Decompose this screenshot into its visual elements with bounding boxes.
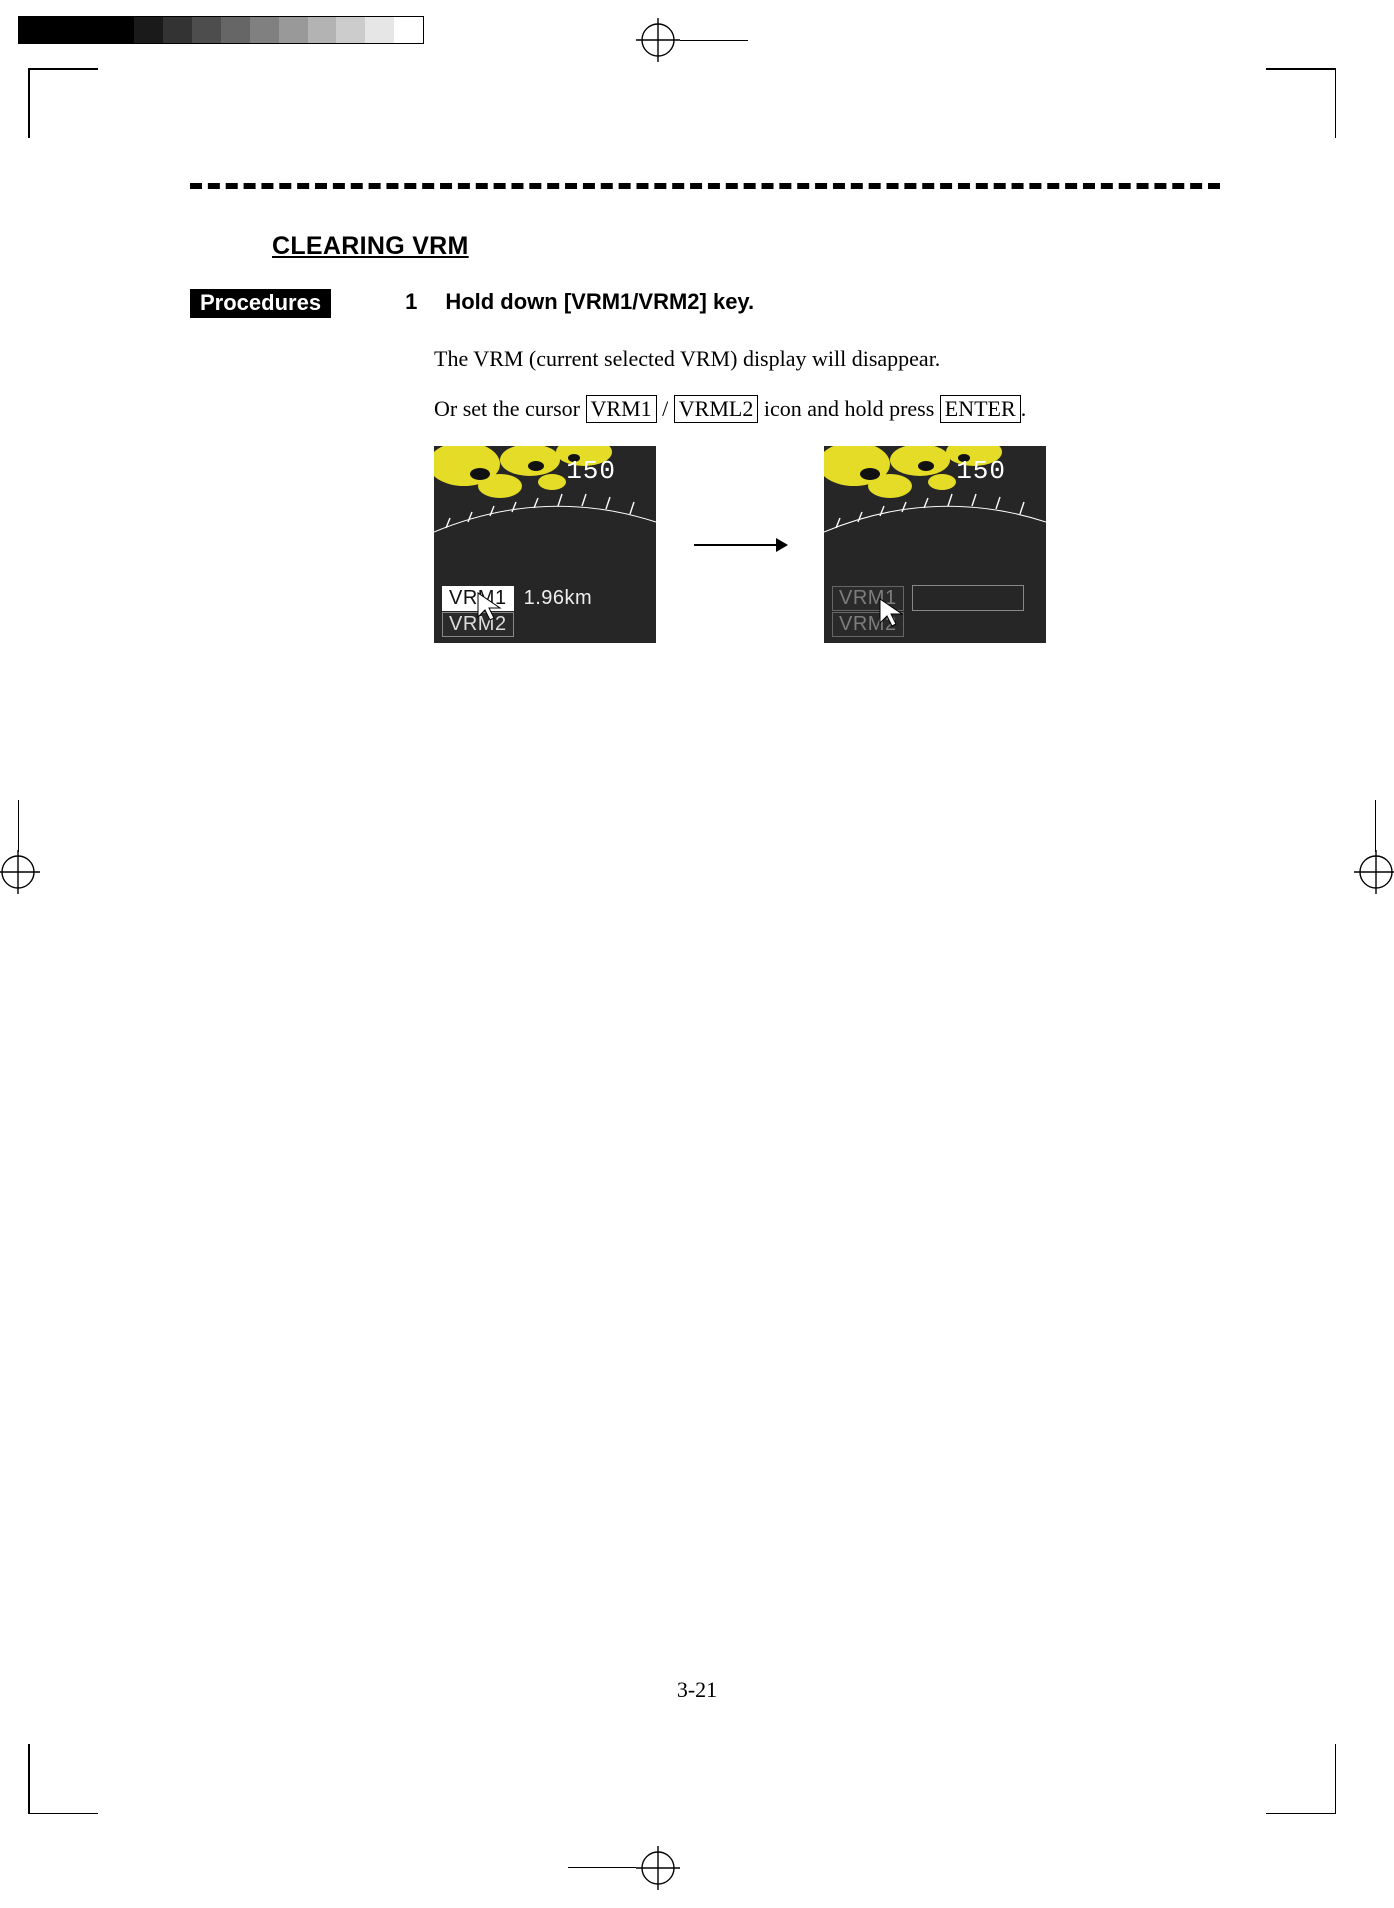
- boxed-key-enter: ENTER: [940, 395, 1021, 423]
- content-area: CLEARING VRM Procedures 1 Hold down [VRM…: [190, 232, 1220, 643]
- bearing-readout: 150: [956, 456, 1006, 486]
- step-body: The VRM (current selected VRM) display w…: [434, 342, 1220, 426]
- body-line-2: Or set the cursor VRM1 / VRML2 icon and …: [434, 392, 1220, 426]
- section-title: CLEARING VRM: [272, 232, 1220, 261]
- vrm1-tag-active: VRM1: [442, 586, 514, 611]
- radar-screenshot-after: 150 VRM1 VRM2: [824, 446, 1046, 643]
- hairline: [568, 1867, 636, 1868]
- crop-mark: [28, 68, 98, 138]
- screenshot-row: 150 VRM1 1.96km VRM2: [434, 446, 1220, 643]
- radar-screenshot-before: 150 VRM1 1.96km VRM2: [434, 446, 656, 643]
- boxed-key-vrml2: VRML2: [674, 395, 759, 423]
- grayscale-calibration-bar: [18, 16, 424, 44]
- vrm2-tag: VRM2: [832, 612, 904, 637]
- arrow-right-icon: [692, 536, 788, 554]
- crop-mark: [1266, 68, 1336, 138]
- vrm1-tag-cleared: VRM1: [832, 586, 904, 611]
- hairline: [680, 40, 748, 41]
- hairline: [18, 800, 19, 852]
- hairline: [1375, 800, 1376, 852]
- page-number: 3-21: [0, 1677, 1394, 1703]
- procedures-badge: Procedures: [190, 289, 331, 318]
- step-number: 1: [405, 289, 417, 315]
- vrm2-tag: VRM2: [442, 612, 514, 637]
- crop-mark: [28, 1744, 98, 1814]
- procedure-step-row: Procedures 1 Hold down [VRM1/VRM2] key.: [190, 289, 1220, 318]
- registration-mark-left: [0, 850, 40, 894]
- step-instruction: Hold down [VRM1/VRM2] key.: [445, 289, 754, 315]
- vrm1-value-empty: [912, 585, 1024, 611]
- registration-mark-bottom: [636, 1846, 680, 1890]
- bearing-readout: 150: [566, 456, 616, 486]
- boxed-key-vrm1: VRM1: [586, 395, 657, 423]
- registration-mark-top: [636, 18, 680, 62]
- crop-mark: [1266, 1744, 1336, 1814]
- body-line-1: The VRM (current selected VRM) display w…: [434, 342, 1220, 376]
- vrm1-value: 1.96km: [522, 587, 593, 610]
- section-divider-dashed: [190, 183, 1220, 189]
- registration-mark-right: [1354, 850, 1394, 894]
